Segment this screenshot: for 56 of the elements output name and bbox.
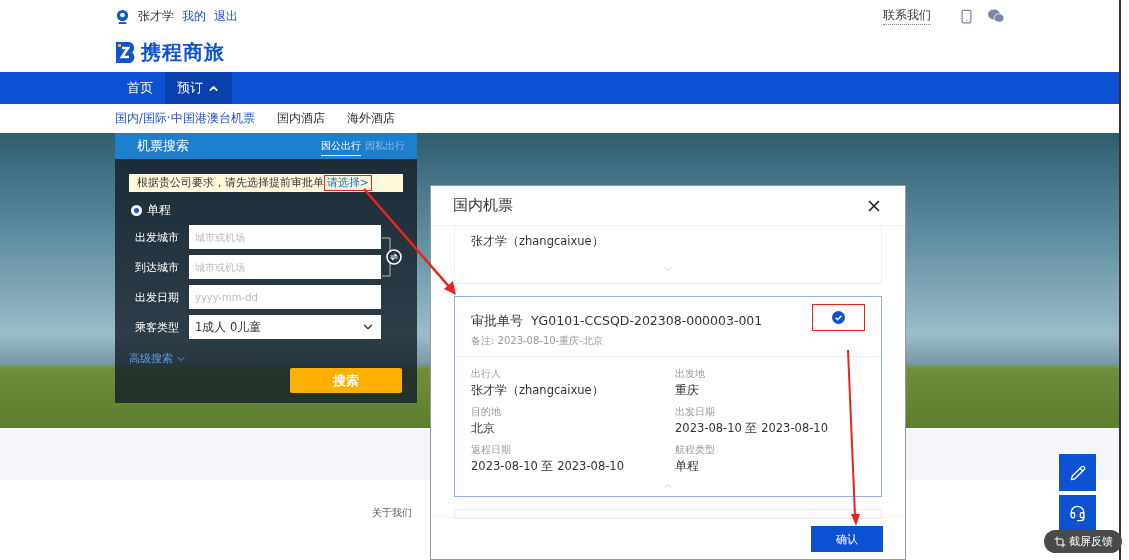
subnav-link[interactable]: 国内/国际·中国港澳台机票	[115, 111, 255, 126]
check-circle-icon[interactable]	[832, 311, 845, 324]
edit-button[interactable]	[1059, 454, 1096, 491]
confirm-button[interactable]: 确认	[811, 526, 883, 552]
logo-text: 携程商旅	[141, 38, 225, 66]
field-label: 出发日期	[135, 289, 180, 305]
headset-icon	[1069, 505, 1086, 522]
detail-label: 返程日期	[471, 443, 512, 457]
detail-label: 航程类型	[675, 443, 716, 457]
detail-label: 出发日期	[675, 405, 716, 419]
field-label: 到达城市	[135, 259, 180, 275]
chat-bubbles-icon[interactable]	[988, 9, 1004, 23]
subnav-link[interactable]: 海外酒店	[346, 111, 395, 126]
city-field[interactable]: 城市或机场	[189, 255, 381, 279]
detail-value: 2023-08-10 至 2023-08-10	[675, 421, 829, 436]
detail-label: 目的地	[471, 405, 502, 419]
footer-link[interactable]: 关于我们	[372, 506, 412, 560]
crop-icon	[1053, 535, 1066, 548]
radio-button[interactable]	[131, 205, 142, 216]
date-field[interactable]: yyyy-mm-dd	[189, 285, 381, 309]
nav-tab[interactable]: 预订	[165, 72, 232, 104]
detail-value: 张才学（zhangcaixue）	[471, 383, 605, 398]
trip-tab[interactable]: 因公出行	[321, 136, 361, 156]
approval-number: 审批单号 YG0101-CCSQD-202308-000003-001	[471, 313, 763, 328]
passenger-select[interactable]: 1成人 0儿童	[189, 315, 381, 339]
detail-value: 2023-08-10 至 2023-08-10	[471, 459, 625, 474]
detail-label: 出行人	[471, 367, 502, 381]
header-link[interactable]: 退出	[214, 7, 238, 25]
user-icon	[115, 8, 130, 24]
detail-value: 单程	[675, 459, 700, 474]
user-name: 张才学	[138, 7, 174, 25]
city-field[interactable]: 城市或机场	[189, 225, 381, 249]
contact-link[interactable]: 联系我们	[883, 7, 931, 25]
header-link[interactable]: 我的	[182, 7, 206, 25]
subnav-link[interactable]: 国内酒店	[276, 111, 325, 126]
detail-value: 北京	[471, 421, 496, 436]
field-label: 乘客类型	[135, 319, 180, 335]
swap-icon[interactable]	[382, 237, 402, 277]
pencil-icon	[1069, 464, 1086, 481]
radio-label: 单程	[147, 202, 171, 219]
notice-text: 根据贵公司要求，请先选择提前审批单	[137, 176, 324, 190]
logo-icon	[115, 40, 137, 64]
detail-label: 出发地	[675, 367, 706, 381]
advanced-search-link[interactable]: 高级搜索	[129, 351, 417, 366]
modal-title: 国内机票	[453, 196, 513, 215]
field-label: 出发城市	[135, 229, 180, 245]
select-link[interactable]: 请选择>	[327, 176, 369, 190]
panel-title: 机票搜索	[137, 137, 189, 155]
feedback-button[interactable]: 截屏反馈	[1044, 530, 1122, 553]
support-button[interactable]	[1059, 495, 1096, 532]
phone-icon[interactable]	[959, 8, 974, 24]
detail-value: 重庆	[675, 383, 700, 398]
approval-note: 备注: 2023-08-10-重庆-北京	[471, 334, 604, 348]
traveler-value: 张才学（zhangcaixue）	[471, 234, 605, 249]
nav-tab[interactable]: 首页	[115, 72, 165, 104]
approval-card[interactable]: 审批单号 YG0101-CCSQD-202308-000003-001 备注: 2023-08-10-重庆-北京 出行人 张才学（zhangcaixue） 出发地 重庆 目的地 北京 出发日期 2023-08-10 至 2023-08-10 返程日期 2023-08-10 至 2023-08-10 航程类型 单程	[454, 296, 882, 497]
